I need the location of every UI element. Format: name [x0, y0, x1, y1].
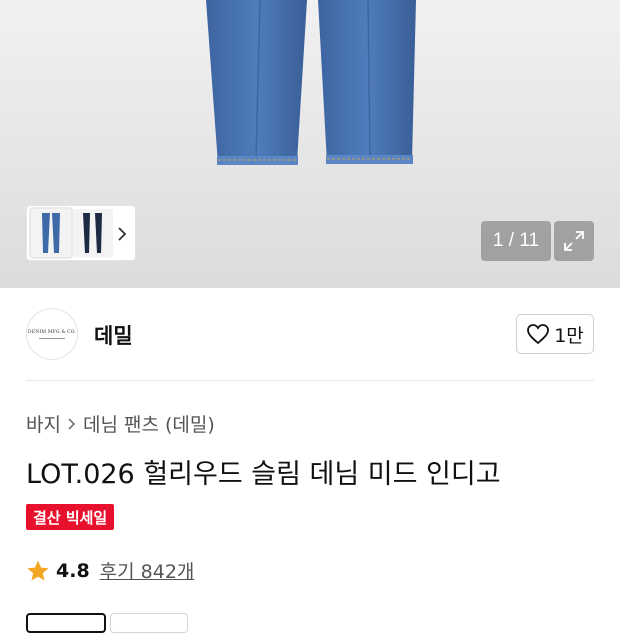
review-count-link[interactable]: 후기 842개	[100, 557, 195, 584]
brand-logo-divider	[39, 337, 65, 339]
thumbnail-1[interactable]	[29, 207, 73, 259]
product-image-gallery[interactable]: 1 / 11	[0, 0, 620, 288]
breadcrumb-item-denim-pants[interactable]: 데님 팬츠 (데밀)	[83, 410, 215, 437]
breadcrumb: 바지 데님 팬츠 (데밀)	[26, 410, 215, 437]
expand-icon[interactable]	[554, 221, 594, 261]
divider	[26, 380, 594, 381]
brand-name[interactable]: 데밀	[94, 320, 133, 350]
thumbnail-strip[interactable]	[26, 205, 136, 261]
chevron-right-icon[interactable]	[115, 224, 129, 244]
sale-badge: 결산 빅세일	[26, 504, 115, 530]
option-tab-selected[interactable]	[26, 613, 106, 633]
breadcrumb-item-pants[interactable]: 바지	[26, 410, 61, 437]
star-icon	[27, 560, 49, 581]
chevron-right-icon	[67, 417, 77, 431]
brand-logo[interactable]: DENIM MFG & CO.	[26, 308, 78, 360]
like-count: 1만	[554, 324, 584, 347]
image-counter: 1 / 11	[481, 221, 551, 261]
rating-value: 4.8	[56, 559, 90, 582]
rating-row: 4.8 후기 842개	[26, 557, 194, 584]
thumbnail-2[interactable]	[73, 209, 113, 257]
heart-icon	[527, 324, 550, 345]
brand-logo-text: DENIM MFG & CO.	[27, 329, 77, 335]
option-tab[interactable]	[110, 613, 188, 633]
brand-row: DENIM MFG & CO. 데밀 1만	[26, 306, 594, 362]
product-title: LOT.026 헐리우드 슬림 데님 미드 인디고	[26, 459, 501, 490]
like-button[interactable]: 1만	[516, 314, 594, 354]
